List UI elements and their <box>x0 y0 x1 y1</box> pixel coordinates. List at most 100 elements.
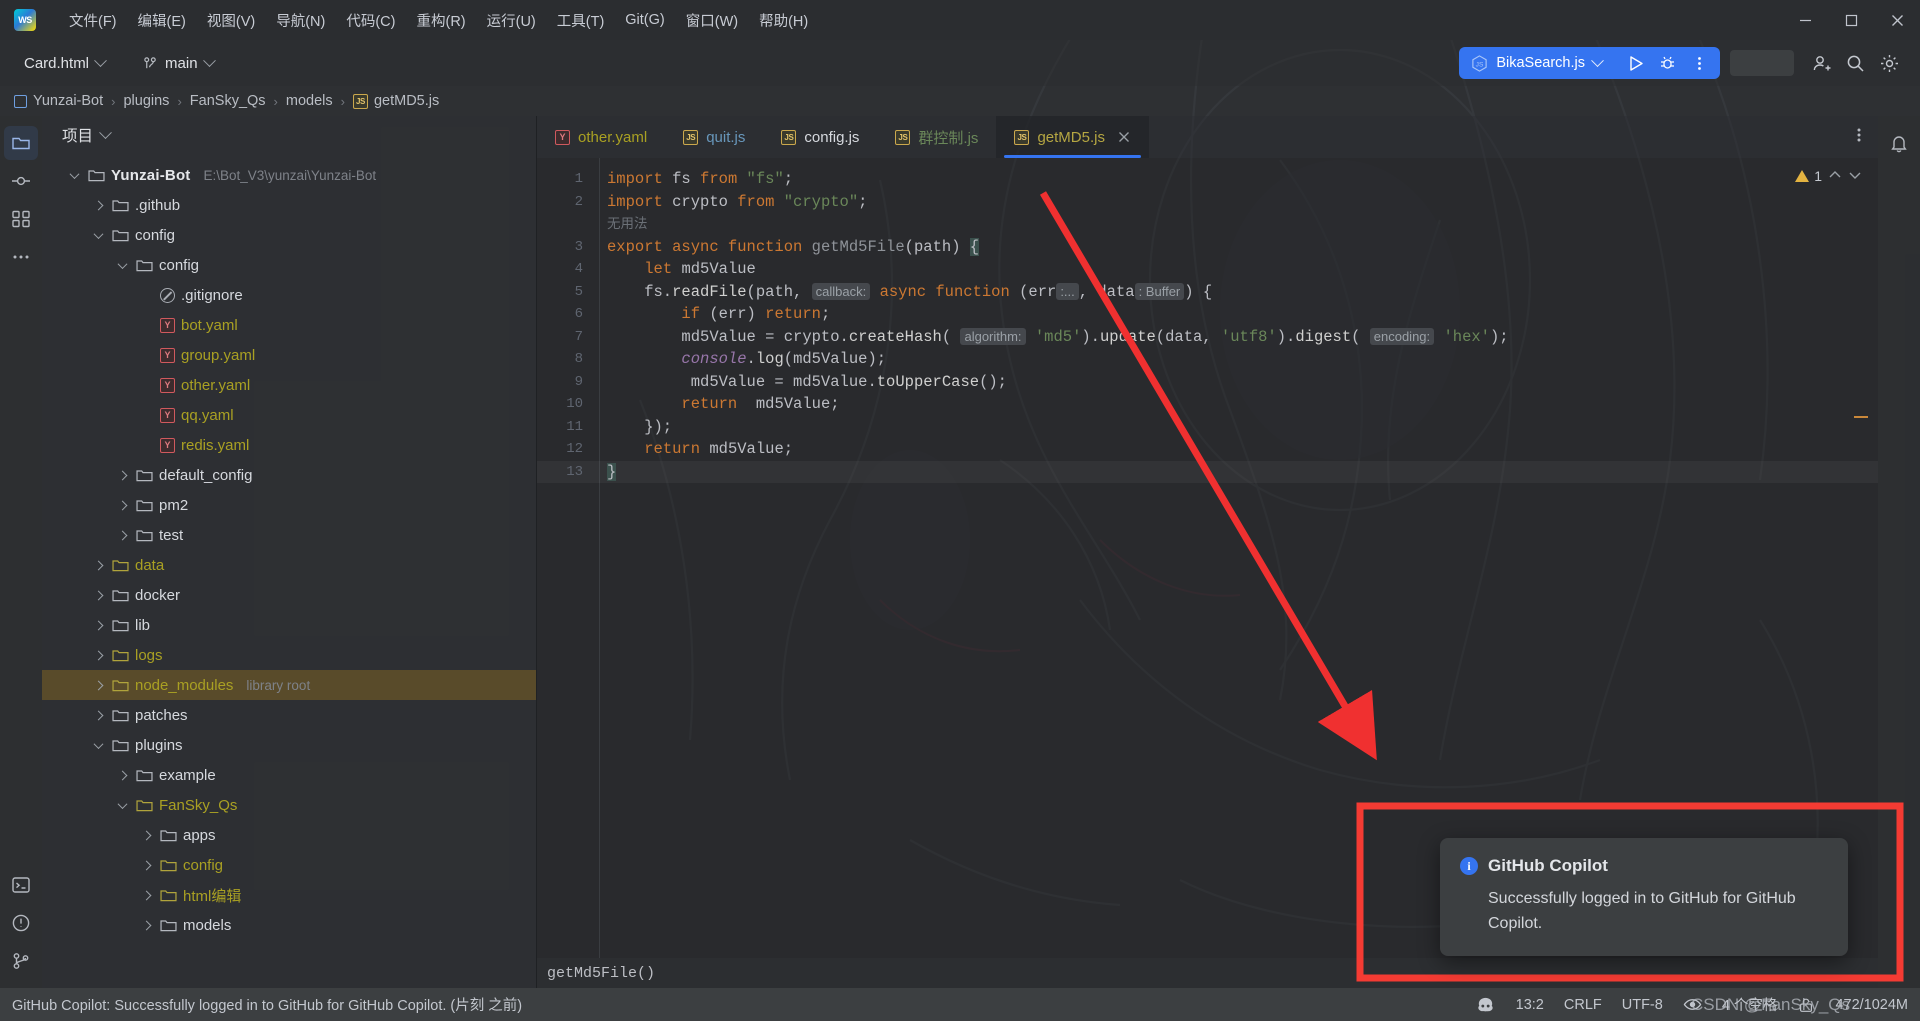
chevron-right-icon[interactable] <box>90 617 106 633</box>
tree-row[interactable]: config <box>42 850 536 880</box>
more-vertical-icon[interactable] <box>1684 49 1714 77</box>
tree-row[interactable]: test <box>42 520 536 550</box>
structure-icon[interactable] <box>4 202 38 236</box>
menu-item-tools[interactable]: 工具(T) <box>548 6 614 35</box>
more-tools-icon[interactable] <box>4 240 38 274</box>
editor-tab[interactable]: JS 群控制.js <box>877 116 996 158</box>
chevron-up-icon[interactable] <box>1826 166 1844 189</box>
tree-row[interactable]: docker <box>42 580 536 610</box>
editor-tab[interactable]: JS config.js <box>763 116 877 158</box>
line-text[interactable]: import crypto from "crypto"; <box>583 191 867 214</box>
debug-bug-icon[interactable] <box>1652 49 1682 77</box>
project-tree[interactable]: Yunzai-Bot E:\Bot_V3\yunzai\Yunzai-Bot .gi… <box>42 154 536 988</box>
tree-row[interactable]: Yqq.yaml <box>42 400 536 430</box>
tree-row[interactable]: example <box>42 760 536 790</box>
chevron-right-icon[interactable] <box>90 587 106 603</box>
gear-icon[interactable] <box>1872 46 1906 80</box>
problems-icon[interactable] <box>4 906 38 940</box>
code-line[interactable]: 13} <box>537 460 1878 484</box>
tree-row[interactable]: .gitignore <box>42 280 536 310</box>
run-configuration-selector[interactable]: JS BikaSearch.js <box>1459 47 1614 79</box>
menu-item-git[interactable]: Git(G) <box>616 8 673 32</box>
close-icon[interactable] <box>1874 0 1920 40</box>
status-message-group[interactable]: GitHub Copilot: Successfully logged in t… <box>12 994 522 1015</box>
menu-item-edit[interactable]: 编辑(E) <box>129 6 195 35</box>
tree-row[interactable]: FanSky_Qs <box>42 790 536 820</box>
line-text[interactable]: return md5Value; <box>583 438 793 461</box>
editor-tab[interactable]: JS quit.js <box>665 116 763 158</box>
chevron-down-icon[interactable] <box>114 257 130 273</box>
chevron-right-icon[interactable] <box>114 767 130 783</box>
code-line[interactable]: 8 console.log(md5Value); <box>537 348 1878 371</box>
code-line[interactable]: 1 import fs from "fs"; <box>537 168 1878 191</box>
tree-row[interactable]: Yredis.yaml <box>42 430 536 460</box>
line-separator[interactable]: CRLF <box>1564 997 1602 1013</box>
run-play-icon[interactable] <box>1620 49 1650 77</box>
menu-item-code[interactable]: 代码(C) <box>337 6 404 35</box>
tab-options[interactable] <box>1850 116 1878 158</box>
code-line[interactable]: 12 return md5Value; <box>537 438 1878 461</box>
chevron-right-icon[interactable] <box>138 917 154 933</box>
menu-item-file[interactable]: 文件(F) <box>60 6 126 35</box>
copilot-icon[interactable] <box>1475 994 1496 1015</box>
chevron-right-icon[interactable] <box>90 647 106 663</box>
code-line[interactable]: 2 import crypto from "crypto"; <box>537 191 1878 214</box>
chevron-right-icon[interactable] <box>138 887 154 903</box>
menu-item-help[interactable]: 帮助(H) <box>750 6 817 35</box>
file-encoding[interactable]: UTF-8 <box>1622 997 1663 1013</box>
breadcrumb-item-file[interactable]: JS getMD5.js <box>352 93 439 109</box>
menu-item-navigate[interactable]: 导航(N) <box>267 6 334 35</box>
menu-item-window[interactable]: 窗口(W) <box>677 6 747 35</box>
tree-row[interactable]: lib <box>42 610 536 640</box>
line-text[interactable]: md5Value = crypto.createHash( algorithm:… <box>583 326 1509 349</box>
chevron-down-icon[interactable] <box>66 167 82 183</box>
tree-row[interactable]: Yunzai-Bot E:\Bot_V3\yunzai\Yunzai-Bot <box>42 160 536 190</box>
editor-tab[interactable]: JS getMD5.js <box>996 116 1149 158</box>
line-text[interactable]: if (err) return; <box>583 303 830 326</box>
code-line[interactable]: 3 export async function getMd5File(path) … <box>537 236 1878 259</box>
minimize-icon[interactable] <box>1782 0 1828 40</box>
line-text[interactable]: fs.readFile(path, callback: async functi… <box>583 281 1212 304</box>
notification-balloon[interactable]: i GitHub Copilot Successfully logged in … <box>1440 838 1848 956</box>
code-line[interactable]: 4 let md5Value <box>537 258 1878 281</box>
chevron-right-icon[interactable] <box>90 197 106 213</box>
code-line[interactable]: 5 fs.readFile(path, callback: async func… <box>537 281 1878 304</box>
tree-row[interactable]: config <box>42 220 536 250</box>
tree-row[interactable]: Ygroup.yaml <box>42 340 536 370</box>
breadcrumb-item-plugins[interactable]: plugins <box>123 93 169 109</box>
breadcrumb-item-project[interactable]: Yunzai-Bot <box>14 93 103 109</box>
menu-item-view[interactable]: 视图(V) <box>198 6 264 35</box>
chevron-right-icon[interactable] <box>114 467 130 483</box>
commit-icon[interactable] <box>4 164 38 198</box>
tree-row[interactable]: html编辑 <box>42 880 536 910</box>
chevron-down-icon[interactable] <box>99 125 112 139</box>
line-text[interactable]: } <box>583 461 617 484</box>
tree-row[interactable]: .github <box>42 190 536 220</box>
project-widget[interactable]: Card.html <box>16 51 113 76</box>
inspection-widget[interactable]: 1 <box>1795 168 1822 184</box>
chevron-right-icon[interactable] <box>138 827 154 843</box>
line-text[interactable]: }); <box>583 416 672 439</box>
breadcrumb-item-models[interactable]: models <box>286 93 333 109</box>
tree-row[interactable]: patches <box>42 700 536 730</box>
search-icon[interactable] <box>1838 46 1872 80</box>
tree-row[interactable]: Ybot.yaml <box>42 310 536 340</box>
line-text[interactable]: md5Value = md5Value.toUpperCase(); <box>583 371 1007 394</box>
account-icon[interactable] <box>1804 46 1838 80</box>
tree-row[interactable]: node_modules library root <box>42 670 536 700</box>
editor-tab[interactable]: Yother.yaml <box>537 116 665 158</box>
line-text[interactable]: console.log(md5Value); <box>583 348 886 371</box>
code-line[interactable]: 6 if (err) return; <box>537 303 1878 326</box>
chevron-right-icon[interactable] <box>114 527 130 543</box>
line-text[interactable]: export async function getMd5File(path) { <box>583 236 980 259</box>
branch-widget[interactable]: main <box>135 51 222 76</box>
tree-row[interactable]: config <box>42 250 536 280</box>
project-folder-icon[interactable] <box>4 126 38 160</box>
tree-row[interactable]: data <box>42 550 536 580</box>
notifications-bell-icon[interactable] <box>1882 126 1916 160</box>
tree-row[interactable]: apps <box>42 820 536 850</box>
menu-item-refactor[interactable]: 重构(R) <box>407 6 474 35</box>
breadcrumb-item-fansky[interactable]: FanSky_Qs <box>190 93 266 109</box>
code-line[interactable]: 9 md5Value = md5Value.toUpperCase(); <box>537 371 1878 394</box>
menu-item-run[interactable]: 运行(U) <box>478 6 545 35</box>
